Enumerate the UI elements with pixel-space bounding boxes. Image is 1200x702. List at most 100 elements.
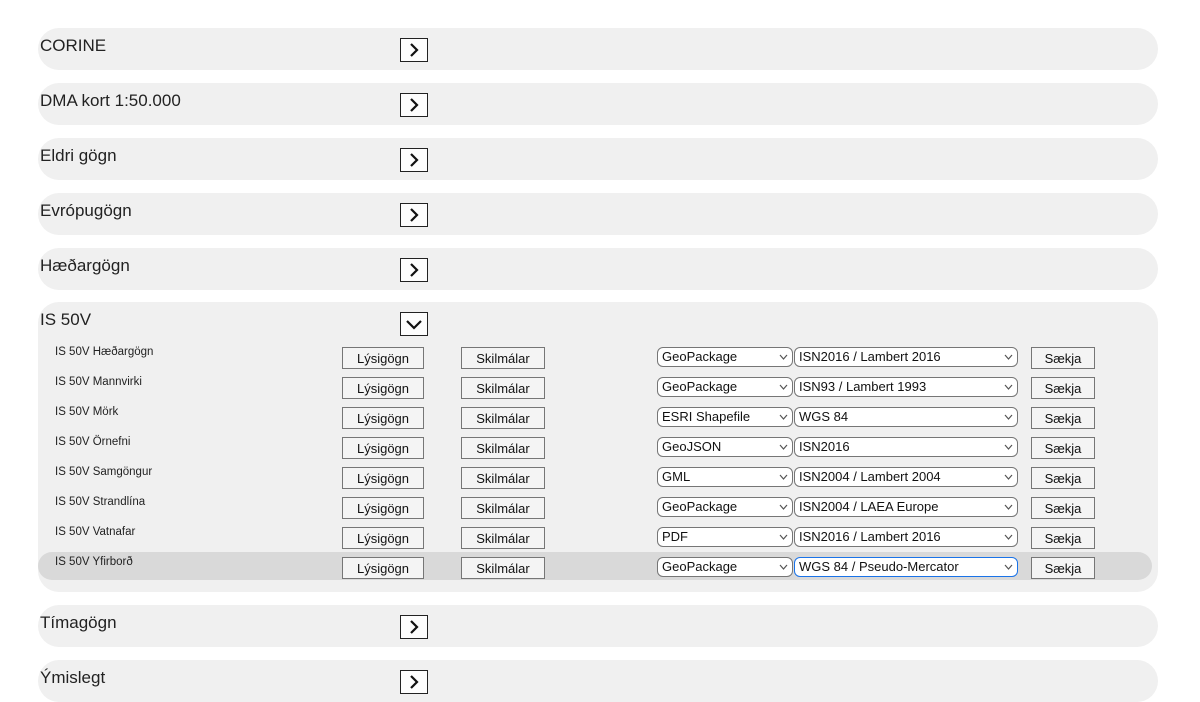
format-select-value: GeoPackage <box>662 499 738 514</box>
dataset-row: IS 50V Yfirborð Lýsigögn Skilmálar GeoPacka… <box>38 552 1152 580</box>
chevron-down-icon <box>1004 414 1013 420</box>
category-evropugogn: Evrópugögn <box>38 193 1158 235</box>
chevron-down-icon <box>779 504 788 510</box>
crs-select-value: ISN2004 / Lambert 2004 <box>799 469 941 484</box>
expand-chevron-right-icon[interactable] <box>400 93 428 117</box>
dataset-row: IS 50V Vatnafar Lýsigögn Skilmálar PDF ISN20… <box>38 522 1152 550</box>
category-dma-kort: DMA kort 1:50.000 <box>38 83 1158 125</box>
download-button[interactable]: Sækja <box>1031 377 1095 399</box>
terms-button[interactable]: Skilmálar <box>461 527 545 549</box>
category-title: DMA kort 1:50.000 <box>40 91 181 110</box>
format-select-value: GeoJSON <box>662 439 722 454</box>
format-select[interactable]: ESRI Shapefile <box>657 407 793 427</box>
terms-button[interactable]: Skilmálar <box>461 557 545 579</box>
chevron-down-icon <box>1004 474 1013 480</box>
format-select-value: GeoPackage <box>662 379 738 394</box>
format-select-value: PDF <box>662 529 688 544</box>
metadata-button[interactable]: Lýsigögn <box>342 527 424 549</box>
chevron-down-icon <box>779 414 788 420</box>
category-ymislegt: Ýmislegt <box>38 660 1158 702</box>
category-corine: CORINE <box>38 28 1158 70</box>
metadata-button[interactable]: Lýsigögn <box>342 557 424 579</box>
format-select[interactable]: GeoPackage <box>657 557 793 577</box>
chevron-down-icon <box>1004 354 1013 360</box>
download-button[interactable]: Sækja <box>1031 407 1095 429</box>
terms-button[interactable]: Skilmálar <box>461 347 545 369</box>
download-button[interactable]: Sækja <box>1031 497 1095 519</box>
dataset-row: IS 50V Mannvirki Lýsigögn Skilmálar GeoPack… <box>38 372 1152 400</box>
chevron-down-icon <box>779 474 788 480</box>
expand-chevron-right-icon[interactable] <box>400 148 428 172</box>
category-title: Ýmislegt <box>40 668 106 687</box>
crs-select-value: ISN2016 / Lambert 2016 <box>799 529 941 544</box>
format-select[interactable]: GeoPackage <box>657 497 793 517</box>
expand-chevron-right-icon[interactable] <box>400 258 428 282</box>
format-select[interactable]: GeoJSON <box>657 437 793 457</box>
terms-button[interactable]: Skilmálar <box>461 377 545 399</box>
collapse-chevron-down-icon[interactable] <box>400 312 428 336</box>
category-title: CORINE <box>40 36 107 55</box>
chevron-down-icon <box>779 354 788 360</box>
dataset-row: IS 50V Samgöngur Lýsigögn Skilmálar GML ISN2… <box>38 462 1152 490</box>
chevron-down-icon <box>1004 444 1013 450</box>
download-button[interactable]: Sækja <box>1031 557 1095 579</box>
chevron-down-icon <box>1004 564 1013 570</box>
download-button[interactable]: Sækja <box>1031 347 1095 369</box>
expand-chevron-right-icon[interactable] <box>400 38 428 62</box>
format-select-value: ESRI Shapefile <box>662 409 751 424</box>
dataset-row: IS 50V Mörk Lýsigögn Skilmálar ESRI Shapefi… <box>38 402 1152 430</box>
terms-button[interactable]: Skilmálar <box>461 407 545 429</box>
dataset-name: IS 50V Yfirborð <box>55 556 133 568</box>
format-select[interactable]: PDF <box>657 527 793 547</box>
download-button[interactable]: Sækja <box>1031 437 1095 459</box>
chevron-down-icon <box>779 384 788 390</box>
dataset-row: IS 50V Örnefni Lýsigögn Skilmálar GeoJSON IS… <box>38 432 1152 460</box>
crs-select[interactable]: ISN2004 / LAEA Europe <box>794 497 1018 517</box>
expand-chevron-right-icon[interactable] <box>400 615 428 639</box>
dataset-name: IS 50V Vatnafar <box>55 526 136 538</box>
dataset-name: IS 50V Strandlína <box>55 496 146 508</box>
crs-select[interactable]: ISN93 / Lambert 1993 <box>794 377 1018 397</box>
dataset-name: IS 50V Hæðargögn <box>55 346 154 358</box>
metadata-button[interactable]: Lýsigögn <box>342 407 424 429</box>
crs-select-value: WGS 84 <box>799 409 849 424</box>
dataset-row: IS 50V Strandlína Lýsigögn Skilmálar GeoPac… <box>38 492 1152 520</box>
chevron-down-icon <box>779 444 788 450</box>
chevron-down-icon <box>779 564 788 570</box>
dataset-row: IS 50V Hæðargögn Lýsigögn Skilmálar GeoPack… <box>38 342 1152 370</box>
crs-select[interactable]: ISN2016 <box>794 437 1018 457</box>
expand-chevron-right-icon[interactable] <box>400 670 428 694</box>
format-select[interactable]: GeoPackage <box>657 377 793 397</box>
format-select-value: GeoPackage <box>662 349 738 364</box>
metadata-button[interactable]: Lýsigögn <box>342 437 424 459</box>
crs-select[interactable]: WGS 84 <box>794 407 1018 427</box>
chevron-down-icon <box>1004 384 1013 390</box>
crs-select[interactable]: ISN2004 / Lambert 2004 <box>794 467 1018 487</box>
terms-button[interactable]: Skilmálar <box>461 467 545 489</box>
dataset-name: IS 50V Örnefni <box>55 436 131 448</box>
format-select[interactable]: GML <box>657 467 793 487</box>
category-title: Eldri gögn <box>40 146 117 165</box>
download-button[interactable]: Sækja <box>1031 527 1095 549</box>
metadata-button[interactable]: Lýsigögn <box>342 347 424 369</box>
crs-select[interactable]: ISN2016 / Lambert 2016 <box>794 527 1018 547</box>
crs-select[interactable]: ISN2016 / Lambert 2016 <box>794 347 1018 367</box>
terms-button[interactable]: Skilmálar <box>461 497 545 519</box>
crs-select-value: ISN2004 / LAEA Europe <box>799 499 939 514</box>
crs-select-value: ISN2016 <box>799 439 850 454</box>
metadata-button[interactable]: Lýsigögn <box>342 497 424 519</box>
expand-chevron-right-icon[interactable] <box>400 203 428 227</box>
crs-select[interactable]: WGS 84 / Pseudo-Mercator <box>794 557 1018 577</box>
metadata-button[interactable]: Lýsigögn <box>342 467 424 489</box>
crs-select-value: ISN2016 / Lambert 2016 <box>799 349 941 364</box>
download-button[interactable]: Sækja <box>1031 467 1095 489</box>
category-eldri-gogn: Eldri gögn <box>38 138 1158 180</box>
chevron-down-icon <box>1004 504 1013 510</box>
terms-button[interactable]: Skilmálar <box>461 437 545 459</box>
format-select[interactable]: GeoPackage <box>657 347 793 367</box>
format-select-value: GML <box>662 469 691 484</box>
crs-select-value: ISN93 / Lambert 1993 <box>799 379 927 394</box>
metadata-button[interactable]: Lýsigögn <box>342 377 424 399</box>
category-timagogn: Tímagögn <box>38 605 1158 647</box>
category-title: Evrópugögn <box>40 201 132 220</box>
